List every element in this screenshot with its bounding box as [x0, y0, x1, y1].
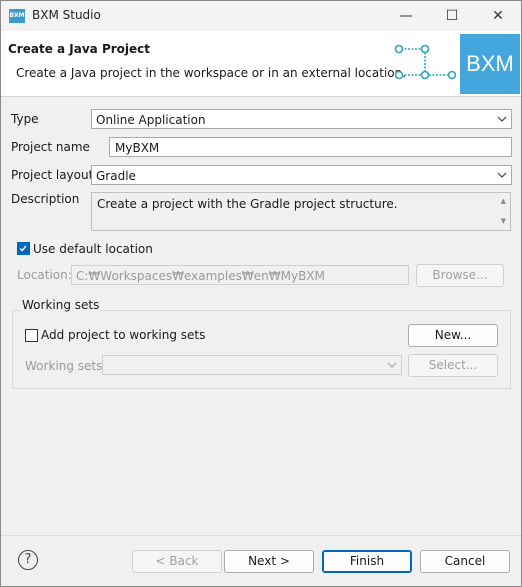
- type-value: Online Application: [96, 113, 206, 127]
- close-button[interactable]: ✕: [475, 1, 521, 31]
- scroll-down-arrow-icon[interactable]: ▼: [501, 217, 506, 225]
- maximize-button[interactable]: ☐: [429, 1, 475, 31]
- description-textarea[interactable]: Create a project with the Gradle project…: [91, 192, 511, 231]
- bxm-app-icon: BXM: [9, 9, 25, 23]
- type-select[interactable]: Online Application: [91, 109, 512, 129]
- use-default-location-checkbox[interactable]: [17, 242, 30, 255]
- bxm-logo: BXM: [460, 34, 520, 94]
- window-title: BXM Studio: [32, 8, 101, 22]
- minimize-button[interactable]: —: [383, 1, 429, 31]
- project-diagram-icon: [394, 44, 457, 80]
- description-value: Create a project with the Gradle project…: [97, 197, 398, 211]
- wizard-window: BXM BXM Studio — ☐ ✕ Create a Java Proje…: [0, 0, 522, 587]
- finish-button[interactable]: Finish: [322, 550, 412, 573]
- working-sets-group: [12, 310, 511, 389]
- working-sets-select[interactable]: [102, 355, 402, 375]
- working-sets-label: Working sets:: [25, 359, 107, 373]
- add-to-working-sets-checkbox[interactable]: [25, 329, 38, 342]
- new-working-set-button[interactable]: New...: [408, 324, 498, 347]
- back-button[interactable]: < Back: [132, 550, 222, 573]
- title-bar: BXM BXM Studio — ☐ ✕: [1, 1, 521, 31]
- project-name-label: Project name: [11, 140, 90, 154]
- project-name-input[interactable]: MyBXM: [109, 137, 512, 157]
- location-value: C:₩Workspaces₩examples₩en₩MyBXM: [76, 269, 325, 283]
- cancel-button[interactable]: Cancel: [420, 550, 510, 573]
- project-name-value: MyBXM: [115, 141, 160, 155]
- wizard-description: Create a Java project in the workspace o…: [16, 66, 407, 80]
- wizard-title: Create a Java Project: [8, 42, 151, 56]
- working-sets-group-label: Working sets: [21, 298, 101, 312]
- chevron-down-icon: [497, 172, 507, 178]
- use-default-location-label[interactable]: Use default location: [33, 242, 153, 256]
- next-button[interactable]: Next >: [224, 550, 314, 573]
- location-input[interactable]: C:₩Workspaces₩examples₩en₩MyBXM: [71, 265, 409, 285]
- checkmark-icon: [19, 245, 27, 252]
- footer-separator: [1, 535, 521, 536]
- project-layout-select[interactable]: Gradle: [91, 165, 512, 185]
- browse-button[interactable]: Browse...: [416, 264, 504, 287]
- scroll-up-arrow-icon[interactable]: ▲: [501, 197, 506, 205]
- type-label: Type: [11, 112, 39, 126]
- description-label: Description: [11, 192, 80, 206]
- project-layout-label: Project layout: [11, 168, 94, 182]
- project-layout-value: Gradle: [96, 169, 136, 183]
- chevron-down-icon: [497, 116, 507, 122]
- chevron-down-icon: [387, 362, 397, 368]
- wizard-header: Create a Java Project Create a Java proj…: [1, 31, 521, 97]
- help-icon[interactable]: ?: [18, 550, 38, 570]
- add-to-working-sets-label[interactable]: Add project to working sets: [41, 328, 205, 342]
- location-label: Location:: [17, 268, 72, 282]
- select-working-sets-button[interactable]: Select...: [408, 354, 498, 377]
